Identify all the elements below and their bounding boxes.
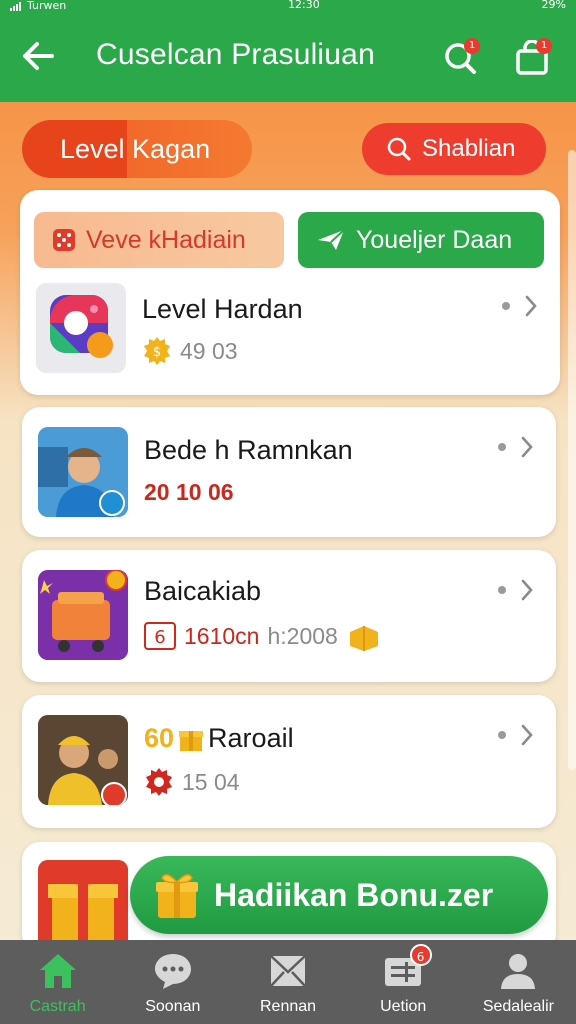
list-item[interactable]: 60 Raroail 15 04 <box>22 695 556 828</box>
people-photo-icon <box>38 715 128 805</box>
bonus-button[interactable]: Hadiikan Bonu.zer <box>130 856 548 934</box>
bag-button[interactable]: 1 <box>510 36 554 80</box>
chevron-right-icon <box>525 295 537 317</box>
item-meta: 15 04 <box>144 767 240 797</box>
item-title: Baicakiab <box>144 576 262 606</box>
item-title: Level Hardan <box>142 294 303 324</box>
item-extra: h:2008 <box>267 622 338 649</box>
app-logo-icon <box>49 294 113 358</box>
item-actions[interactable] <box>498 723 534 747</box>
item-value: 49 03 <box>180 337 238 364</box>
item-thumbnail <box>38 427 128 517</box>
item-thumbnail <box>38 570 128 660</box>
item-meta: $ 49 03 <box>142 336 238 366</box>
item-title: Bede h Ramnkan <box>144 435 353 465</box>
gift-box-icon <box>349 626 378 651</box>
bottom-navigation: Castrah Soonan Rennan 6 Uetion Sedaleali… <box>0 940 576 1024</box>
item-value: 15 04 <box>182 768 240 795</box>
status-bar: Turwen 12:30 29% <box>0 0 576 12</box>
more-dot-icon <box>498 586 506 594</box>
battery-level: 29% <box>541 0 566 11</box>
dice-icon <box>53 229 75 251</box>
svg-text:6: 6 <box>154 627 165 648</box>
bonus-button-label: Hadiikan Bonu.zer <box>214 876 494 913</box>
app-header: Cuselcan Prasuliuan 1 1 <box>0 12 576 102</box>
seal-icon <box>146 768 172 796</box>
search-button[interactable]: 1 <box>438 36 482 80</box>
scrollbar[interactable] <box>568 150 576 770</box>
send-icon <box>318 229 345 250</box>
tab-voucher[interactable]: Youeljer Daan <box>298 212 544 268</box>
gift-box-icon <box>38 860 128 952</box>
fire-badge-icon: 6 <box>144 622 176 650</box>
nav-item-mail[interactable]: Rennan <box>230 940 345 1024</box>
nav-item-home[interactable]: Castrah <box>0 940 115 1024</box>
level-card: Veve kHadiain Youeljer Daan Level Hardan… <box>20 190 560 395</box>
status-time: 12:30 <box>288 0 320 11</box>
svg-text:$: $ <box>153 345 161 360</box>
carrier-name: Turwen <box>27 0 67 12</box>
item-value: 1610cn <box>184 622 260 649</box>
tab-voucher-label: Youeljer Daan <box>356 225 513 254</box>
nav-item-profile[interactable]: Sedalealir <box>461 940 576 1024</box>
bag-badge: 1 <box>536 38 552 54</box>
back-button[interactable] <box>18 36 58 76</box>
item-meta: 6 1610cn h:2008 <box>144 620 382 652</box>
search-badge: 1 <box>464 38 480 54</box>
level-filter-label: Level Kagan <box>60 133 211 164</box>
item-actions[interactable] <box>502 294 538 318</box>
item-thumbnail <box>38 715 128 805</box>
search-icon <box>387 137 411 161</box>
gift-icon <box>156 874 198 918</box>
more-dot-icon <box>498 443 506 451</box>
page-title: Cuselcan Prasuliuan <box>96 38 375 71</box>
app-thumbnail <box>36 283 126 373</box>
item-title-row: 60 Raroail <box>144 723 294 754</box>
chat-icon <box>154 954 191 989</box>
item-title: Raroail <box>208 723 294 753</box>
person-photo-icon <box>38 427 128 517</box>
gift-thumbnail <box>38 860 128 952</box>
mail-icon <box>270 955 306 987</box>
nav-item-ticket[interactable]: 6 Uetion <box>346 940 461 1024</box>
coin-icon: $ <box>144 337 170 365</box>
nav-label-mail: Rennan <box>259 998 317 1015</box>
nav-label-profile: Sedalealir <box>482 998 554 1015</box>
list-item[interactable]: Baicakiab 6 1610cn h:2008 <box>22 550 556 682</box>
chevron-right-icon <box>521 724 533 746</box>
item-meta: 20 10 06 <box>144 479 234 506</box>
nav-item-chat[interactable]: Soonan <box>115 940 230 1024</box>
more-dot-icon <box>502 302 510 310</box>
tab-daily-level-label: Veve kHadiain <box>86 225 246 254</box>
gift-icon <box>179 730 204 751</box>
item-actions[interactable] <box>498 435 534 459</box>
level-filter-button[interactable]: Level Kagan <box>22 120 252 178</box>
status-left: Turwen <box>10 0 66 12</box>
tab-daily-level[interactable]: Veve kHadiain <box>34 212 284 268</box>
arrow-left-icon <box>23 42 54 70</box>
signal-icon <box>10 1 21 11</box>
search-filter-label: Shablian <box>422 135 516 162</box>
home-icon <box>39 954 76 988</box>
list-item[interactable]: Bede h Ramnkan 20 10 06 <box>22 407 556 537</box>
chevron-right-icon <box>521 579 533 601</box>
item-title-prefix: 60 <box>144 723 175 753</box>
nav-label-ticket: Uetion <box>380 998 427 1015</box>
more-dot-icon <box>498 731 506 739</box>
nav-label-chat: Soonan <box>145 998 201 1015</box>
item-value: 20 10 06 <box>144 479 234 505</box>
chevron-right-icon <box>521 436 533 458</box>
cart-box-icon <box>38 570 128 660</box>
search-filter-button[interactable]: Shablian <box>362 123 546 175</box>
profile-icon <box>501 954 536 989</box>
nav-badge-ticket: 6 <box>409 944 432 966</box>
item-actions[interactable] <box>498 578 534 602</box>
nav-label-home: Castrah <box>29 998 86 1015</box>
